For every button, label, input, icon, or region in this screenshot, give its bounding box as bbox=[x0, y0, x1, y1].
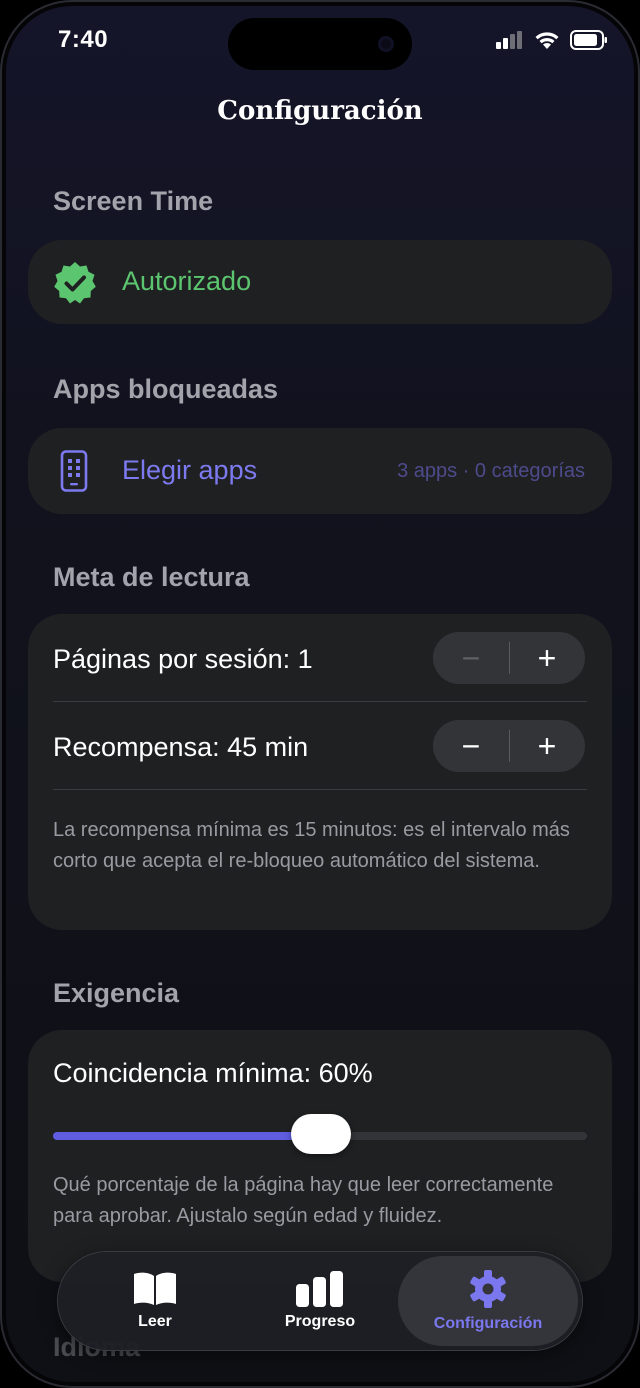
plus-icon: + bbox=[537, 727, 557, 764]
page-title: Configuración bbox=[217, 96, 423, 126]
choose-apps-row[interactable]: Elegir apps 3 apps · 0 categorías bbox=[28, 428, 612, 514]
pages-stepper: − + bbox=[433, 632, 585, 684]
minimum-match-slider[interactable] bbox=[53, 1114, 587, 1154]
camera-icon bbox=[378, 36, 394, 52]
strictness-note: Qué porcentaje de la página hay que leer… bbox=[53, 1174, 554, 1227]
plus-icon: + bbox=[537, 639, 557, 676]
strictness-card: Coincidencia mínima: 60% Qué porcentaje … bbox=[28, 1030, 612, 1282]
screen-time-card: Autorizado bbox=[28, 240, 612, 324]
section-title-screen-time: Screen Time bbox=[53, 186, 214, 216]
phone-screen: 7:40 Configuración Screen Time Autorizad… bbox=[0, 0, 640, 1388]
tab-label: Configuración bbox=[433, 1315, 543, 1332]
slider-fill bbox=[53, 1132, 321, 1140]
gear-icon bbox=[470, 1270, 506, 1308]
reward-stepper: − + bbox=[433, 720, 585, 772]
tab-leer[interactable]: Leer bbox=[70, 1252, 240, 1350]
section-title-strictness: Exigencia bbox=[53, 978, 180, 1008]
cellular-signal-icon bbox=[496, 31, 522, 49]
verified-check-badge-icon bbox=[54, 262, 96, 304]
minus-icon: − bbox=[461, 639, 481, 676]
minus-icon: − bbox=[461, 727, 481, 764]
reward-note: La recompensa mínima es 15 minutos: es e… bbox=[53, 819, 570, 872]
slider-thumb[interactable] bbox=[291, 1114, 351, 1154]
bar-chart-icon bbox=[296, 1271, 343, 1307]
authorization-status: Autorizado bbox=[122, 266, 252, 296]
pages-decrement-button[interactable]: − bbox=[433, 632, 509, 684]
book-icon bbox=[134, 1272, 176, 1305]
minimum-match-label: Coincidencia mínima: 60% bbox=[53, 1058, 373, 1088]
phone-apps-icon bbox=[60, 450, 88, 492]
pages-per-session-label: Páginas por sesión: 1 bbox=[53, 644, 313, 674]
divider bbox=[53, 701, 587, 702]
pages-increment-button[interactable]: + bbox=[509, 632, 585, 684]
blocked-apps-summary: 3 apps · 0 categorías bbox=[397, 460, 585, 482]
tab-label: Leer bbox=[138, 1313, 172, 1330]
wifi-icon bbox=[535, 32, 559, 49]
tab-progreso[interactable]: Progreso bbox=[240, 1252, 400, 1350]
tab-configuracion[interactable]: Configuración bbox=[398, 1256, 578, 1346]
reward-label: Recompensa: 45 min bbox=[53, 732, 309, 762]
dynamic-island bbox=[228, 18, 412, 70]
divider bbox=[53, 789, 587, 790]
status-icons bbox=[496, 30, 608, 50]
battery-icon bbox=[570, 30, 607, 50]
tab-bar: Leer Progreso Configuración bbox=[58, 1252, 582, 1350]
reward-increment-button[interactable]: + bbox=[509, 720, 585, 772]
section-title-blocked-apps: Apps bloqueadas bbox=[53, 374, 279, 404]
choose-apps-label: Elegir apps bbox=[122, 455, 258, 485]
reading-goal-card: Páginas por sesión: 1 − + Recompensa: 45… bbox=[28, 614, 612, 930]
status-time: 7:40 bbox=[58, 26, 109, 53]
section-title-reading-goal: Meta de lectura bbox=[53, 562, 250, 592]
tab-label: Progreso bbox=[284, 1313, 356, 1330]
reward-decrement-button[interactable]: − bbox=[433, 720, 509, 772]
